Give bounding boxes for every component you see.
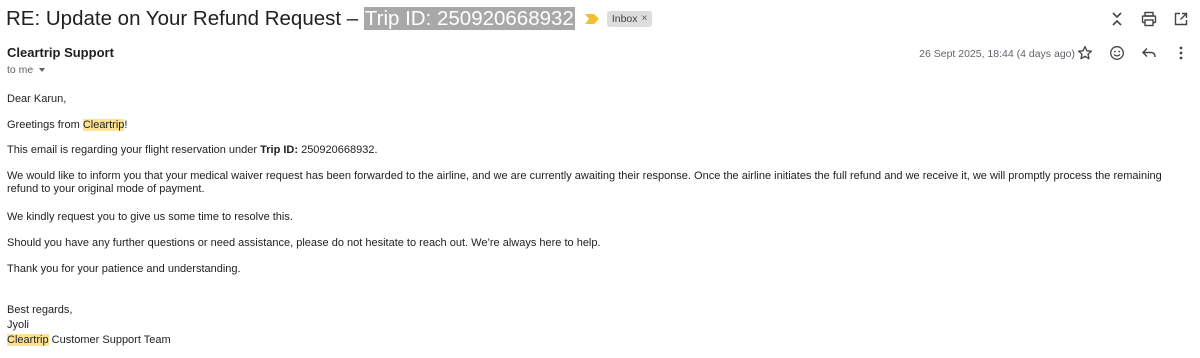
greeting-line: Dear Karun, <box>7 93 67 105</box>
subject-row: RE: Update on Your Refund Request – Trip… <box>6 4 653 34</box>
recipient-line[interactable]: to me <box>7 64 46 76</box>
request-time-line: We kindly request you to give us some ti… <box>7 211 293 223</box>
email-view: RE: Update on Your Refund Request – Trip… <box>0 0 1200 358</box>
more-vertical-icon[interactable] <box>1172 44 1190 62</box>
reply-icon[interactable] <box>1140 44 1158 62</box>
regarding-line: This email is regarding your flight rese… <box>7 144 378 157</box>
thread-toolbar <box>1108 10 1190 28</box>
open-in-new-window-icon[interactable] <box>1172 10 1190 28</box>
brand-highlight: Cleartrip <box>82 119 125 131</box>
signature-team: Cleartrip Customer Support Team <box>7 334 171 347</box>
inform-paragraph: We would like to inform you that your me… <box>7 170 1162 195</box>
regarding-post: 250920668932. <box>298 144 378 156</box>
importance-marker-icon[interactable] <box>584 14 599 24</box>
trip-id-label: Trip ID: <box>260 144 299 156</box>
unfold-less-icon[interactable] <box>1108 10 1126 28</box>
regards-line: Best regards, <box>7 304 73 316</box>
signature-team-text: Customer Support Team <box>48 334 171 346</box>
label-chip-text: Inbox <box>611 13 638 25</box>
signature-brand-highlight: Cleartrip <box>7 334 49 346</box>
greetings-line: Greetings from Cleartrip! <box>7 119 127 132</box>
email-date: 26 Sept 2025, 18:44 (4 days ago) <box>919 48 1075 60</box>
label-remove-icon[interactable]: × <box>642 13 648 25</box>
label-chip-inbox: Inbox × <box>606 11 653 27</box>
chevron-down-icon[interactable] <box>39 68 46 72</box>
sender-name[interactable]: Cleartrip Support <box>7 45 114 60</box>
signer-name: Jyoli <box>7 319 30 331</box>
subject-prefix: RE: Update on Your Refund Request – <box>6 7 364 30</box>
thanks-line: Thank you for your patience and understa… <box>7 263 241 275</box>
emoji-reaction-icon[interactable] <box>1108 44 1126 62</box>
subject-selected-text[interactable]: Trip ID: 250920668932 <box>363 7 575 30</box>
print-icon[interactable] <box>1140 10 1158 28</box>
message-actions <box>1076 44 1190 62</box>
greetings-pre: Greetings from <box>7 119 83 131</box>
regarding-pre: This email is regarding your flight rese… <box>7 144 261 156</box>
star-icon[interactable] <box>1076 44 1094 62</box>
questions-line: Should you have any further questions or… <box>7 237 601 249</box>
recipient-text: to me <box>7 64 34 76</box>
email-subject: RE: Update on Your Refund Request – Trip… <box>6 7 575 31</box>
greetings-post: ! <box>124 119 128 131</box>
